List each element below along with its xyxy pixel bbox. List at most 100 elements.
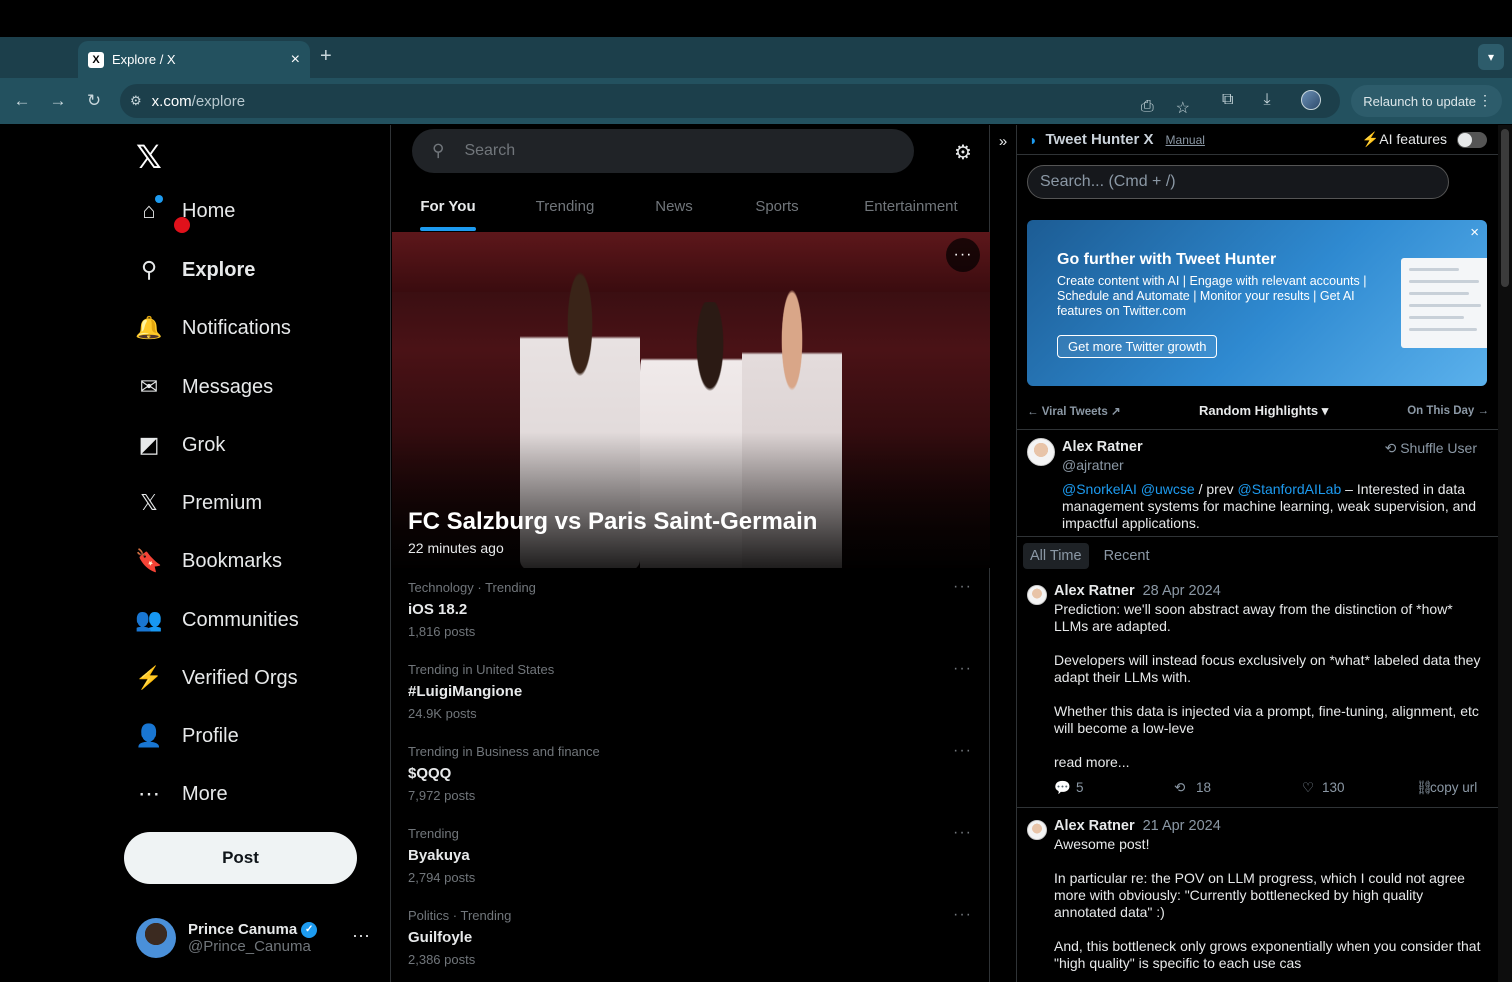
envelope-icon: ✉ [139, 374, 159, 399]
bio-mention[interactable]: @StanfordAILab [1238, 481, 1342, 497]
sidebar-item-profile[interactable]: 👤 Profile [135, 716, 239, 756]
sidebar-item-messages[interactable]: ✉ Messages [136, 367, 273, 407]
avatar[interactable] [1027, 438, 1055, 466]
panel-scrollbar[interactable] [1498, 125, 1512, 982]
extensions-puzzle-icon[interactable]: ⧉ [1222, 91, 1233, 109]
account-switcher[interactable]: Prince Canuma ✓ @Prince_Canuma ··· [136, 915, 376, 961]
divider [1017, 807, 1499, 808]
sidebar-item-label: Verified Orgs [182, 666, 298, 689]
ai-features-toggle[interactable] [1457, 132, 1487, 148]
address-bar[interactable]: ⚙ x.com/explore ⎙ ☆ [120, 84, 1340, 118]
trend-post-count: 2,386 posts [408, 952, 476, 967]
tab-close-icon[interactable]: × [291, 51, 300, 69]
account-handle: @Prince_Canuma [188, 938, 311, 955]
profile-avatar-icon[interactable] [1300, 90, 1321, 110]
x-logo-icon[interactable]: 𝕏 [136, 138, 162, 176]
viral-tweets-link[interactable]: ← Viral Tweets ↗ [1027, 404, 1121, 418]
extension-search-input[interactable] [1040, 173, 1420, 191]
trend-more-icon[interactable]: ··· [953, 742, 972, 760]
sidebar-item-label: Bookmarks [182, 549, 283, 572]
ai-features-label: ⚡AI features [1361, 131, 1447, 147]
account-info: Prince Canuma ✓ @Prince_Canuma [188, 921, 318, 955]
search-icon: ⚲ [140, 257, 158, 282]
sidebar-item-explore[interactable]: ⚲ Explore [136, 250, 255, 290]
heart-icon[interactable]: ♡ [1302, 780, 1314, 796]
sidebar-item-label: More [182, 782, 228, 805]
sidebar-item-notifications[interactable]: 🔔 Notifications [135, 308, 291, 348]
explore-search[interactable]: ⚲ [412, 129, 914, 173]
trend-more-icon[interactable]: ··· [953, 660, 972, 678]
sidebar-item-more[interactable]: ⋯ More [136, 774, 228, 814]
reload-icon[interactable]: ↻ [82, 89, 106, 113]
hero-event-card[interactable]: ··· FC Salzburg vs Paris Saint-Germain 2… [392, 232, 990, 568]
promo-image-line [1409, 268, 1459, 271]
tab-recent[interactable]: Recent [1097, 543, 1157, 569]
promo-close-icon[interactable]: × [1470, 224, 1479, 241]
sidebar-item-label: Profile [182, 724, 239, 747]
tab-sports[interactable]: Sports [722, 181, 832, 231]
user-bio: @SnorkelAI @uwcse / prev @StanfordAILab … [1062, 481, 1482, 532]
new-tab-button[interactable]: + [320, 45, 332, 68]
manual-link[interactable]: Manual [1166, 133, 1205, 147]
sidebar-item-label: Grok [182, 433, 226, 456]
trend-item[interactable]: Technology · Trending iOS 18.2 1,816 pos… [392, 568, 990, 650]
tab-search-chevron-icon[interactable]: ▾ [1478, 44, 1504, 70]
tweet-date: 28 Apr 2024 [1142, 583, 1221, 599]
tab-trending[interactable]: Trending [504, 181, 626, 231]
hero-more-icon[interactable]: ··· [946, 238, 980, 272]
like-count: 130 [1322, 780, 1345, 795]
bookmark-star-icon[interactable]: ☆ [1176, 98, 1190, 118]
bio-mention[interactable]: @uwcse [1141, 481, 1195, 497]
tab-entertainment[interactable]: Entertainment [832, 181, 990, 231]
trend-item[interactable]: Trending in Business and finance $QQQ 7,… [392, 732, 990, 814]
extension-search[interactable] [1027, 165, 1449, 199]
browser-menu-icon[interactable]: ⋮ [1478, 92, 1492, 109]
account-more-icon[interactable]: ··· [352, 925, 370, 946]
user-name[interactable]: Alex Ratner [1062, 439, 1143, 455]
relaunch-button[interactable]: Relaunch to update ⋮ [1351, 85, 1502, 117]
retweet-icon[interactable]: ⟲ [1174, 780, 1185, 796]
bio-text: / prev [1194, 481, 1238, 497]
search-input[interactable] [464, 142, 865, 160]
tab-for-you[interactable]: For You [392, 181, 504, 231]
sidebar-item-grok[interactable]: ◩ Grok [136, 425, 226, 465]
forward-arrow-icon[interactable]: → [46, 89, 70, 113]
scrollbar-thumb[interactable] [1501, 129, 1509, 287]
copy-url-link[interactable]: copy url [1430, 780, 1477, 795]
trend-name: #LuigiMangione [408, 683, 523, 700]
sidebar-item-label: Messages [182, 375, 274, 398]
post-button[interactable]: Post [124, 832, 357, 884]
sidebar-item-bookmarks[interactable]: 🔖 Bookmarks [135, 541, 283, 581]
trend-item[interactable]: Trending Byakuya 2,794 posts ··· [392, 814, 990, 896]
reply-icon[interactable]: 💬 [1054, 780, 1071, 796]
trend-item[interactable]: Trending in United States #LuigiMangione… [392, 650, 990, 732]
sidebar-item-communities[interactable]: 👥 Communities [135, 600, 298, 640]
trend-more-icon[interactable]: ··· [953, 906, 972, 924]
account-name-row: Prince Canuma ✓ [188, 921, 318, 938]
random-highlights-dropdown[interactable]: Random Highlights ▾ [1199, 403, 1328, 419]
tweet-card: Alex Ratner 21 Apr 2024 Awesome post! In … [1017, 813, 1499, 982]
bio-mention[interactable]: @SnorkelAI [1062, 481, 1137, 497]
settings-gear-icon[interactable]: ⚙ [954, 140, 972, 165]
toolbar-actions: ⧉ ⤓ [1222, 90, 1321, 110]
shuffle-user-button[interactable]: ⟲ Shuffle User [1385, 440, 1477, 457]
download-icon[interactable]: ⤓ [1263, 91, 1270, 109]
promo-cta-button[interactable]: Get more Twitter growth [1057, 335, 1218, 358]
site-settings-icon[interactable]: ⚙ [130, 93, 142, 109]
tab-news[interactable]: News [626, 181, 722, 231]
highlights-nav: ← Viral Tweets ↗ Random Highlights ▾ On … [1017, 400, 1499, 422]
collapse-panel-icon[interactable]: » [990, 125, 1016, 157]
trend-item[interactable]: Politics · Trending Guilfoyle 2,386 post… [392, 896, 990, 978]
sidebar-item-verified-orgs[interactable]: ⚡ Verified Orgs [135, 658, 298, 698]
trend-more-icon[interactable]: ··· [953, 578, 972, 596]
on-this-day-link[interactable]: On This Day → [1407, 405, 1489, 417]
more-circle-icon: ⋯ [138, 781, 160, 806]
browser-tab-explore[interactable]: X Explore / X × [78, 41, 310, 78]
tab-all-time[interactable]: All Time [1023, 543, 1089, 569]
back-arrow-icon[interactable]: ← [10, 89, 34, 113]
reply-count: 5 [1076, 780, 1084, 795]
trend-more-icon[interactable]: ··· [953, 824, 972, 842]
promo-image-line [1409, 280, 1479, 283]
sidebar-item-premium[interactable]: 𝕏 Premium [136, 483, 262, 523]
install-app-icon[interactable]: ⎙ [1141, 98, 1154, 118]
